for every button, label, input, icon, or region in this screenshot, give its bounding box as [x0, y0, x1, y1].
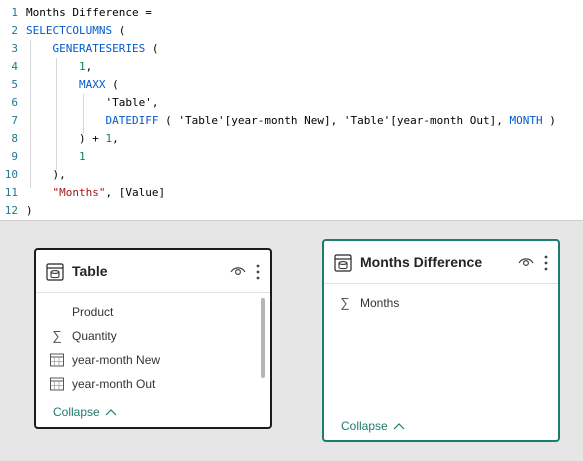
line-number: 3: [11, 42, 18, 55]
scrollbar[interactable]: [261, 298, 265, 378]
dax-formula-editor[interactable]: 1 Months Difference = 2 SELECTCOLUMNS (3 GE…: [0, 0, 583, 221]
more-options-icon[interactable]: [544, 255, 548, 271]
code-token: ): [542, 114, 556, 127]
code-token: 1: [78, 60, 86, 73]
line-number: 11: [4, 186, 18, 199]
calendar-icon: [50, 377, 64, 391]
code-token: MAXX: [26, 78, 106, 91]
code-token: ,: [151, 96, 159, 109]
code-text: ) + 1,: [26, 130, 119, 148]
collapse-button[interactable]: Collapse: [53, 405, 117, 419]
code-text: 1: [26, 148, 86, 166]
collapse-label: Collapse: [53, 405, 100, 419]
line-number: 12: [4, 204, 18, 217]
eye-icon[interactable]: [518, 256, 534, 268]
eye-icon[interactable]: [230, 265, 246, 277]
sigma-icon: ∑: [52, 328, 62, 343]
code-token: SELECTCOLUMNS: [26, 24, 113, 37]
line-number: 9: [11, 150, 18, 163]
code-token: 1: [78, 150, 86, 163]
code-token: ),: [26, 168, 66, 181]
line-number: 5: [11, 78, 18, 91]
line-number: 2: [11, 24, 18, 37]
field-label: Quantity: [72, 329, 117, 343]
table-icon: [46, 263, 64, 281]
line-number: 4: [11, 60, 18, 73]
code-token: (: [105, 78, 119, 91]
field-label: year-month Out: [72, 377, 156, 391]
code-text: 'Table',: [26, 94, 158, 112]
calendar-icon: [50, 353, 64, 367]
months-difference-card[interactable]: Months Difference ∑ Months Collapse: [322, 239, 560, 442]
code-token: "Months": [52, 186, 106, 199]
field-label: Months: [360, 296, 400, 310]
code-token: Months Difference =: [26, 6, 152, 19]
months-card-header[interactable]: Months Difference: [324, 241, 558, 284]
code-text: ): [26, 202, 33, 220]
line-number: 6: [11, 96, 18, 109]
code-token: MONTH: [509, 114, 543, 127]
code-token: (: [112, 24, 126, 37]
collapse-label: Collapse: [341, 419, 388, 433]
card-title: Table: [72, 263, 108, 279]
code-token: , [Value]: [105, 186, 166, 199]
line-number: 1: [11, 6, 18, 19]
code-text: MAXX (: [26, 76, 119, 94]
table-icon: [334, 254, 352, 272]
sigma-icon: ∑: [340, 295, 350, 310]
line-number: 8: [11, 132, 18, 145]
more-options-icon[interactable]: [256, 264, 260, 280]
code-token: 'Table': [105, 96, 152, 109]
code-token: ,: [85, 60, 93, 73]
code-token: (: [145, 42, 159, 55]
collapse-button[interactable]: Collapse: [341, 419, 405, 433]
table-card[interactable]: Table Product ∑ Quantity year-month New: [34, 248, 272, 429]
code-token: DATEDIFF: [26, 114, 159, 127]
code-token: ,: [112, 132, 119, 145]
table-card-header[interactable]: Table: [36, 250, 270, 293]
line-number: 7: [11, 114, 18, 127]
code-token: GENERATESERIES: [26, 42, 146, 55]
code-token: ) +: [26, 132, 106, 145]
code-text: SELECTCOLUMNS (: [26, 22, 125, 40]
field-label: Product: [72, 305, 114, 319]
code-token: ): [26, 204, 33, 217]
line-number: 10: [4, 168, 18, 181]
code-text: DATEDIFF ( 'Table'[year-month New], 'Tab…: [26, 112, 556, 130]
code-text: Months Difference =: [26, 4, 152, 22]
code-text: GENERATESERIES (: [26, 40, 158, 58]
card-title: Months Difference: [360, 254, 483, 270]
chevron-up-icon: [393, 423, 405, 430]
field-label: year-month New: [72, 353, 161, 367]
chevron-up-icon: [105, 409, 117, 416]
code-text: "Months", [Value]: [26, 184, 166, 202]
code-token: ( 'Table'[year-month New], 'Table'[year-…: [158, 114, 510, 127]
code-text: 1,: [26, 58, 92, 76]
code-text: ),: [26, 166, 66, 184]
